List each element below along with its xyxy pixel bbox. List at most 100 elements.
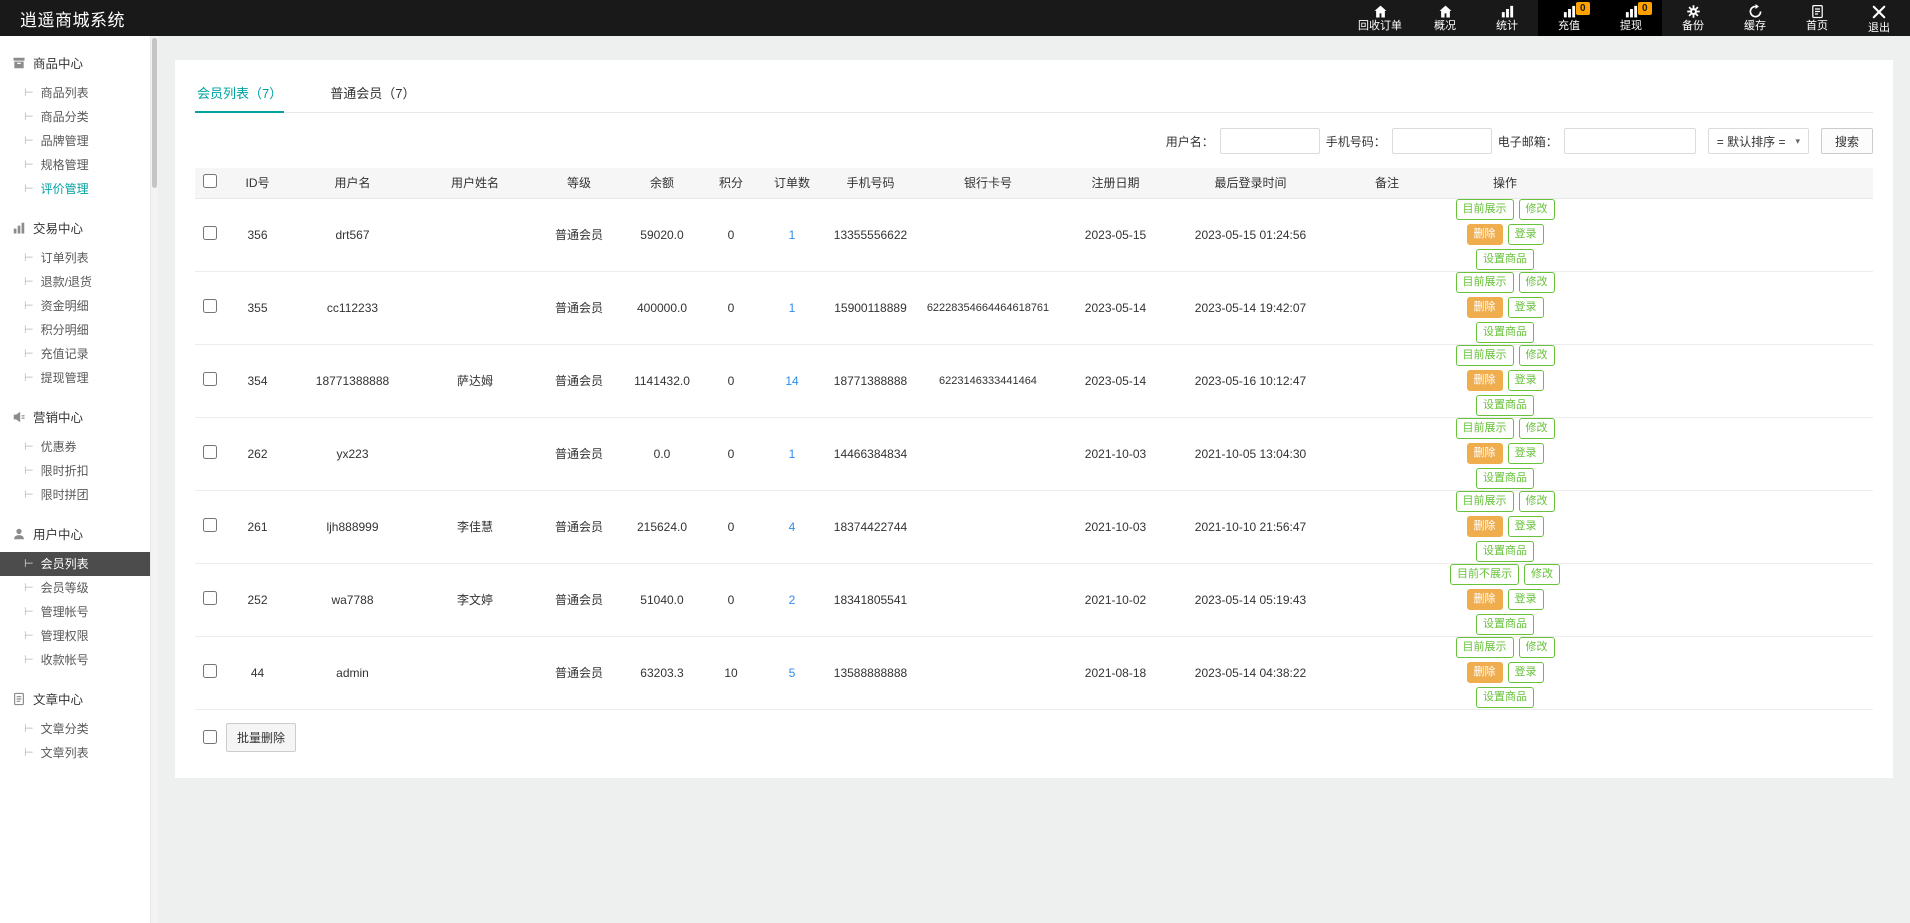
username-input[interactable] <box>1219 128 1320 154</box>
delete-button[interactable]: 删除 <box>1466 370 1503 391</box>
login-button[interactable]: 登录 <box>1507 516 1544 537</box>
toggle-display-button[interactable]: 目前不展示 <box>1450 564 1519 585</box>
set-product-button[interactable]: 设置商品 <box>1476 395 1534 416</box>
login-button[interactable]: 登录 <box>1507 370 1544 391</box>
cell-orders: 14 <box>761 344 823 418</box>
edit-button[interactable]: 修改 <box>1518 345 1555 366</box>
nav-backup[interactable]: 备份 <box>1662 0 1724 36</box>
phone-input[interactable] <box>1391 128 1492 154</box>
sidebar-scrollbar[interactable] <box>150 36 158 923</box>
sidebar-item[interactable]: ⊢ 提现管理 <box>0 366 150 390</box>
orders-link[interactable]: 14 <box>785 374 798 388</box>
login-button[interactable]: 登录 <box>1507 589 1544 610</box>
orders-link[interactable]: 1 <box>789 228 796 242</box>
nav-homepage[interactable]: 首页 <box>1786 0 1848 36</box>
orders-link[interactable]: 2 <box>789 593 796 607</box>
toggle-display-button[interactable]: 目前展示 <box>1455 637 1514 658</box>
edit-button[interactable]: 修改 <box>1518 418 1555 439</box>
delete-button[interactable]: 删除 <box>1466 662 1503 683</box>
sidebar-item[interactable]: ⊢ 充值记录 <box>0 342 150 366</box>
sidebar-item[interactable]: ⊢ 规格管理 <box>0 153 150 177</box>
sort-select[interactable]: = 默认排序 = ▾ <box>1707 128 1809 154</box>
edit-button[interactable]: 修改 <box>1518 491 1555 512</box>
row-checkbox[interactable] <box>203 445 217 459</box>
delete-button[interactable]: 删除 <box>1466 224 1503 245</box>
orders-link[interactable]: 1 <box>789 301 796 315</box>
sidebar-item[interactable]: ⊢ 收款帐号 <box>0 648 150 672</box>
email-input[interactable] <box>1563 128 1696 154</box>
sidebar-group-title: 交易中心 <box>0 201 150 246</box>
sidebar-item[interactable]: ⊢ 会员列表 <box>0 552 150 576</box>
batch-delete-button[interactable]: 批量删除 <box>226 722 297 752</box>
delete-button[interactable]: 删除 <box>1466 443 1503 464</box>
login-button[interactable]: 登录 <box>1507 662 1544 683</box>
set-product-button[interactable]: 设置商品 <box>1476 468 1534 489</box>
cell-orders: 1 <box>761 198 823 272</box>
sidebar-item[interactable]: ⊢ 评价管理 <box>0 177 150 201</box>
edit-button[interactable]: 修改 <box>1518 637 1555 658</box>
tab-member-list[interactable]: 会员列表（7） <box>195 74 285 113</box>
column-header: 银行卡号 <box>918 168 1058 199</box>
nav-recharge[interactable]: 0 充值 <box>1538 0 1600 36</box>
sidebar-item[interactable]: ⊢ 限时折扣 <box>0 459 150 483</box>
set-product-button[interactable]: 设置商品 <box>1476 249 1534 270</box>
row-checkbox[interactable] <box>203 226 217 240</box>
set-product-button[interactable]: 设置商品 <box>1476 541 1534 562</box>
nav-statistics[interactable]: 统计 <box>1476 0 1538 36</box>
row-checkbox[interactable] <box>203 299 217 313</box>
edit-button[interactable]: 修改 <box>1518 199 1555 220</box>
tab-normal-members[interactable]: 普通会员（7） <box>328 74 417 113</box>
delete-button[interactable]: 删除 <box>1466 516 1503 537</box>
toggle-display-button[interactable]: 目前展示 <box>1455 272 1514 293</box>
nav-logout[interactable]: 退出 <box>1848 0 1910 36</box>
delete-button[interactable]: 删除 <box>1466 589 1503 610</box>
sidebar-item[interactable]: ⊢ 管理帐号 <box>0 600 150 624</box>
sidebar-item[interactable]: ⊢ 会员等级 <box>0 576 150 600</box>
sidebar-item[interactable]: ⊢ 订单列表 <box>0 246 150 270</box>
row-checkbox[interactable] <box>203 664 217 678</box>
edit-button[interactable]: 修改 <box>1518 272 1555 293</box>
toggle-display-button[interactable]: 目前展示 <box>1455 199 1514 220</box>
set-product-button[interactable]: 设置商品 <box>1476 687 1534 708</box>
sidebar-item[interactable]: ⊢ 文章列表 <box>0 741 150 765</box>
sidebar-item[interactable]: ⊢ 资金明细 <box>0 294 150 318</box>
select-all-checkbox[interactable] <box>203 174 217 189</box>
nav-recycle-orders[interactable]: 回收订单 <box>1346 0 1414 36</box>
cell-points: 0 <box>701 198 761 272</box>
set-product-button[interactable]: 设置商品 <box>1476 322 1534 343</box>
orders-link[interactable]: 5 <box>789 666 796 680</box>
row-checkbox[interactable] <box>203 372 217 386</box>
nav-overview[interactable]: 概况 <box>1414 0 1476 36</box>
sidebar-item[interactable]: ⊢ 优惠券 <box>0 435 150 459</box>
orders-link[interactable]: 1 <box>789 447 796 461</box>
bar-chart-icon <box>12 221 26 235</box>
sidebar-item[interactable]: ⊢ 限时拼团 <box>0 483 150 507</box>
cell-actions: 目前展示 修改 删除 登录设置商品 <box>1446 636 1564 710</box>
row-checkbox[interactable] <box>203 518 217 532</box>
login-button[interactable]: 登录 <box>1507 443 1544 464</box>
cell-id: 44 <box>225 636 290 710</box>
delete-button[interactable]: 删除 <box>1466 297 1503 318</box>
orders-link[interactable]: 4 <box>789 520 796 534</box>
branch-icon: ⊢ <box>24 324 34 336</box>
search-button[interactable]: 搜索 <box>1820 128 1873 154</box>
sidebar-item[interactable]: ⊢ 文章分类 <box>0 717 150 741</box>
sidebar-item[interactable]: ⊢ 商品列表 <box>0 81 150 105</box>
set-product-button[interactable]: 设置商品 <box>1476 614 1534 635</box>
sidebar-item[interactable]: ⊢ 退款/退货 <box>0 270 150 294</box>
sidebar-item[interactable]: ⊢ 管理权限 <box>0 624 150 648</box>
sidebar-item[interactable]: ⊢ 品牌管理 <box>0 129 150 153</box>
scrollbar-thumb[interactable] <box>152 38 157 188</box>
login-button[interactable]: 登录 <box>1507 224 1544 245</box>
row-checkbox[interactable] <box>203 591 217 605</box>
toggle-display-button[interactable]: 目前展示 <box>1455 418 1514 439</box>
toggle-display-button[interactable]: 目前展示 <box>1455 345 1514 366</box>
nav-cache[interactable]: 缓存 <box>1724 0 1786 36</box>
nav-withdraw[interactable]: 0 提现 <box>1600 0 1662 36</box>
batch-select-checkbox[interactable] <box>203 730 217 744</box>
login-button[interactable]: 登录 <box>1507 297 1544 318</box>
toggle-display-button[interactable]: 目前展示 <box>1455 491 1514 512</box>
edit-button[interactable]: 修改 <box>1524 564 1560 585</box>
sidebar-item[interactable]: ⊢ 商品分类 <box>0 105 150 129</box>
sidebar-item[interactable]: ⊢ 积分明细 <box>0 318 150 342</box>
